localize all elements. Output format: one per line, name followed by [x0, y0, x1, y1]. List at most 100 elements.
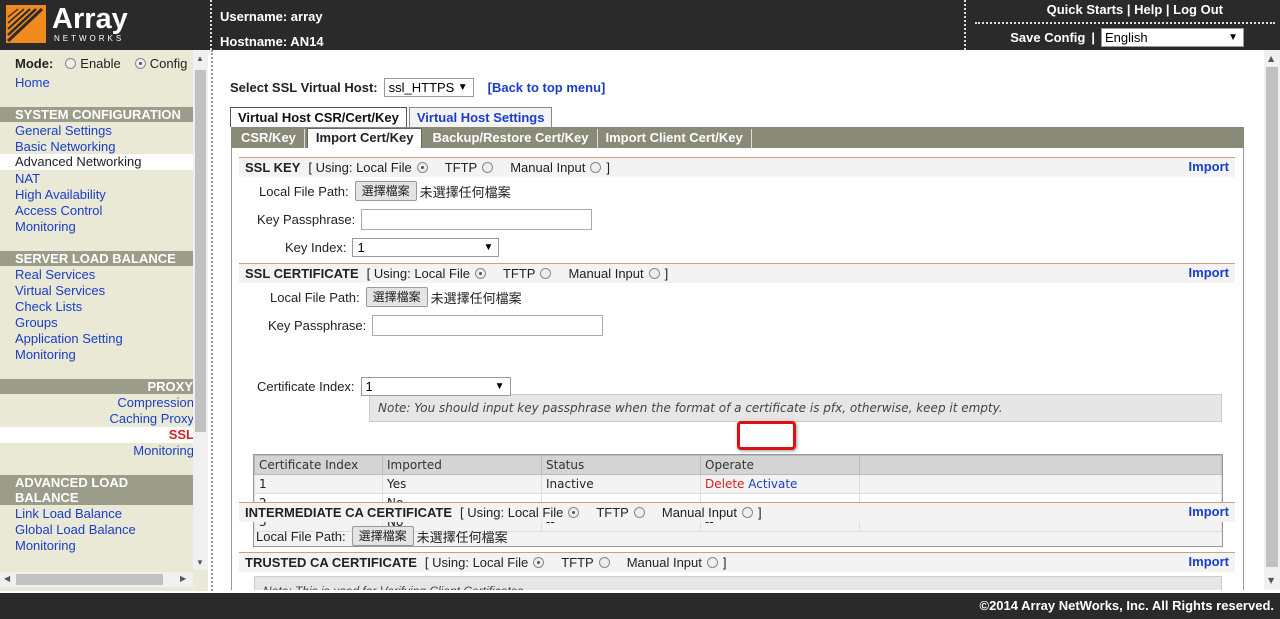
section-title-line: ADVANCED LOAD	[15, 475, 129, 490]
sidebar-item-real-services[interactable]: Real Services	[15, 267, 95, 282]
dropdown-arrow-icon: ▼	[1228, 32, 1238, 43]
choose-file-button[interactable]: 選擇檔案	[365, 287, 428, 307]
sidebar-item-nat[interactable]: NAT	[15, 171, 40, 186]
logo-subtext: NETWORKS	[54, 34, 125, 43]
tftp-radio[interactable]	[598, 557, 610, 568]
sidebar-item-advanced-networking[interactable]: Advanced Networking	[15, 154, 141, 169]
separator: |	[1126, 2, 1131, 17]
subtab-backup-restore[interactable]: Backup/Restore Cert/Key	[424, 129, 598, 148]
local-file-radio[interactable]	[568, 507, 580, 518]
sidebar-item-access-control[interactable]: Access Control	[15, 203, 102, 218]
sidebar-item-monitoring[interactable]: Monitoring	[15, 347, 76, 362]
table-header-row: Certificate Index Imported Status Operat…	[254, 455, 1222, 475]
back-to-top-link[interactable]: [Back to top menu]	[488, 80, 606, 95]
column-header	[859, 455, 1222, 475]
cell-index: 1	[254, 474, 383, 494]
cert-index-field: Certificate Index: 1 ▼	[257, 377, 511, 396]
choose-file-button[interactable]: 選擇檔案	[351, 526, 414, 546]
top-links: Quick Starts | Help | Log Out	[1047, 2, 1223, 17]
manual-input-radio[interactable]	[706, 557, 718, 568]
sidebar-item-caching-proxy[interactable]: Caching Proxy	[109, 411, 194, 426]
sidebar-item-ssl[interactable]: SSL	[169, 427, 194, 442]
manual-input-label: Manual Input	[510, 159, 586, 175]
sidebar-item-application-setting[interactable]: Application Setting	[15, 331, 123, 346]
ssl-key-import-link[interactable]: Import	[1189, 158, 1229, 176]
tftp-radio[interactable]	[540, 268, 552, 279]
sidebar-item-home[interactable]: Home	[15, 75, 50, 90]
scroll-up-icon[interactable]: ▲	[1268, 54, 1274, 63]
logout-link[interactable]: Log Out	[1173, 2, 1223, 17]
ssl-host-select[interactable]: ssl_HTTPS ▼	[383, 78, 474, 97]
scroll-down-icon[interactable]: ▼	[196, 558, 204, 567]
sidebar-item-monitoring[interactable]: Monitoring	[15, 219, 76, 234]
manual-input-label: Manual Input	[661, 504, 738, 520]
ssl-cert-import-link[interactable]: Import	[1189, 264, 1229, 282]
scroll-left-icon[interactable]: ◀	[4, 574, 10, 583]
key-index-value: 1	[357, 240, 365, 255]
tftp-radio[interactable]	[633, 507, 645, 518]
sidebar-item-high-availability[interactable]: High Availability	[15, 187, 106, 202]
scroll-thumb[interactable]	[195, 70, 206, 432]
manual-input-radio[interactable]	[590, 162, 602, 173]
subtab-import-cert-key[interactable]: Import Cert/Key	[306, 128, 423, 148]
local-file-radio[interactable]	[474, 268, 486, 279]
scroll-thumb[interactable]	[1266, 67, 1278, 567]
tab-virtual-host-csr[interactable]: Virtual Host CSR/Cert/Key	[230, 107, 407, 127]
sidebar-item-monitoring[interactable]: Monitoring	[133, 443, 194, 458]
scroll-right-icon[interactable]: ▶	[180, 574, 186, 583]
sidebar-item-basic-networking[interactable]: Basic Networking	[15, 139, 115, 154]
quick-starts-link[interactable]: Quick Starts	[1047, 2, 1124, 17]
sidebar-item-compression[interactable]: Compression	[117, 395, 194, 410]
language-select[interactable]: English ▼	[1101, 28, 1244, 47]
sidebar-vertical-scrollbar[interactable]: ▲ ▼	[193, 50, 208, 570]
scroll-down-icon[interactable]: ▼	[1268, 576, 1274, 585]
local-file-radio[interactable]	[533, 557, 545, 568]
trusted-ca-note: Note: This is used for Verifying Client …	[254, 576, 1222, 590]
sidebar-item-check-lists[interactable]: Check Lists	[15, 299, 82, 314]
tftp-radio[interactable]	[482, 162, 494, 173]
save-config-link[interactable]: Save Config	[1010, 30, 1085, 45]
mode-config-radio[interactable]	[134, 58, 146, 69]
section-title: TRUSTED CA CERTIFICATE	[245, 554, 417, 570]
select-host-row: Select SSL Virtual Host: ssl_HTTPS ▼ [Ba…	[230, 78, 605, 97]
ssl-key-section-header: SSL KEY [ Using: Local File TFTP Manual …	[239, 157, 1235, 177]
cert-index-select[interactable]: 1 ▼	[360, 377, 511, 396]
key-passphrase-input[interactable]	[361, 209, 593, 230]
tab-virtual-host-settings[interactable]: Virtual Host Settings	[408, 107, 553, 127]
local-file-radio[interactable]	[416, 162, 428, 173]
scroll-thumb[interactable]	[16, 574, 163, 585]
subtab-csr-key[interactable]: CSR/Key	[233, 129, 305, 148]
cert-passphrase-input[interactable]	[372, 315, 604, 336]
choose-file-button[interactable]: 選擇檔案	[354, 181, 417, 201]
column-header: Certificate Index	[254, 455, 383, 475]
sidebar-item-general-settings[interactable]: General Settings	[15, 123, 112, 138]
delete-link[interactable]: Delete	[705, 477, 744, 491]
sidebar-item-monitoring[interactable]: Monitoring	[15, 538, 76, 553]
subtab-import-client-cert[interactable]: Import Client Cert/Key	[598, 129, 752, 148]
section-system-configuration: SYSTEM CONFIGURATION	[0, 107, 193, 122]
copyright-text: ©2014 Array NetWorks, Inc. All Rights re…	[979, 598, 1275, 613]
sidebar-item-groups[interactable]: Groups	[15, 315, 58, 330]
cert-file-field: Local File Path: 選擇檔案 未選擇任何檔案	[270, 287, 522, 307]
sidebar-item-global-load-balance[interactable]: Global Load Balance	[15, 522, 136, 537]
sidebar-horizontal-scrollbar[interactable]: ◀ ▶	[0, 572, 193, 587]
key-index-select[interactable]: 1 ▼	[352, 238, 500, 257]
mode-enable-radio[interactable]	[65, 58, 77, 69]
using-label: [ Using: Local File	[460, 504, 564, 520]
page-vertical-scrollbar[interactable]: ▲ ▼	[1264, 50, 1280, 590]
trusted-ca-import-link[interactable]: Import	[1189, 553, 1229, 571]
manual-input-radio[interactable]	[648, 268, 660, 279]
section-title: INTERMEDIATE CA CERTIFICATE	[245, 504, 453, 520]
ssl-cert-section-header: SSL CERTIFICATE [ Using: Local File TFTP…	[239, 263, 1235, 283]
help-link[interactable]: Help	[1134, 2, 1162, 17]
cell-status: Inactive	[541, 474, 701, 494]
top-bar: Array NETWORKS Username: array Hostname:…	[0, 0, 1280, 50]
section-title: SSL KEY	[245, 159, 301, 175]
intermediate-ca-import-link[interactable]: Import	[1189, 503, 1229, 521]
scroll-up-icon[interactable]: ▲	[196, 54, 204, 63]
activate-link[interactable]: Activate	[748, 477, 797, 491]
user-info: Username: array Hostname: AN14	[220, 4, 324, 54]
manual-input-radio[interactable]	[742, 507, 754, 518]
sidebar-item-link-load-balance[interactable]: Link Load Balance	[15, 506, 122, 521]
sidebar-item-virtual-services[interactable]: Virtual Services	[15, 283, 105, 298]
